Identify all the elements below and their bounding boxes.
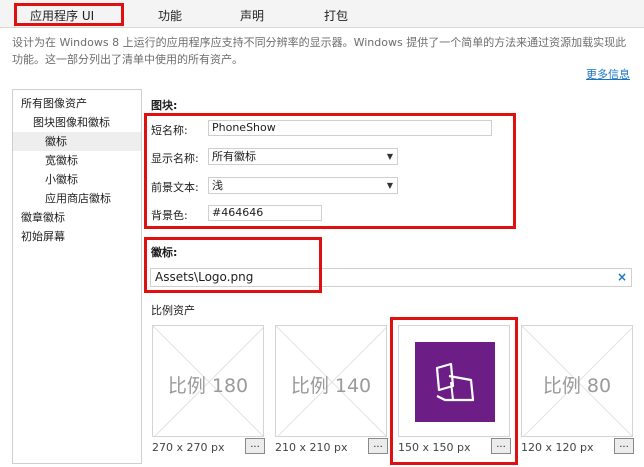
tile-image xyxy=(415,342,495,422)
scale-140-thumbnail[interactable]: 比例 140 xyxy=(275,325,387,437)
scale-140-label: 比例 140 xyxy=(290,375,372,397)
nav-tile-images-logos[interactable]: 图块图像和徽标 xyxy=(33,113,141,132)
app-logo-icon xyxy=(435,362,475,402)
nav-store-logo[interactable]: 应用商店徽标 xyxy=(45,189,141,208)
scale-180-thumbnail[interactable]: 比例 180 xyxy=(152,325,264,437)
foreground-text-select[interactable]: 浅 ▼ xyxy=(208,177,398,194)
display-name-select[interactable]: 所有徽标 ▼ xyxy=(208,148,398,165)
nav-small-logo[interactable]: 小徽标 xyxy=(45,170,141,189)
tab-application-ui[interactable]: 应用程序 UI xyxy=(30,7,94,24)
tile-heading: 图块: xyxy=(151,99,178,112)
scale-80-browse-button[interactable]: ... xyxy=(614,438,634,454)
nav-all-image-assets[interactable]: 所有图像资产 xyxy=(21,94,141,113)
chevron-down-icon: ▼ xyxy=(386,181,393,190)
scale-80-size: 120 x 120 px xyxy=(521,441,594,454)
background-color-label: 背景色: xyxy=(151,209,188,222)
scale-100-size: 150 x 150 px xyxy=(398,441,471,454)
background-color-input[interactable]: #464646 xyxy=(208,205,322,221)
logo-path-value: Assets\Logo.png xyxy=(155,270,254,284)
clear-icon[interactable]: × xyxy=(617,269,627,286)
short-name-input[interactable]: PhoneShow xyxy=(208,120,492,136)
more-info-link[interactable]: 更多信息 xyxy=(586,66,630,82)
nav-wide-logo[interactable]: 宽徽标 xyxy=(45,151,141,170)
logo-path-input[interactable]: Assets\Logo.png × xyxy=(150,268,632,287)
nav-badge-logo[interactable]: 徽章徽标 xyxy=(21,208,141,227)
tab-capabilities[interactable]: 功能 xyxy=(158,7,182,24)
foreground-text-label: 前景文本: xyxy=(151,181,199,194)
nav-splash-screen[interactable]: 初始屏幕 xyxy=(21,227,141,246)
scaled-assets-heading: 比例资产 xyxy=(151,304,195,317)
tab-bar: 应用程序 UI 功能 声明 打包 xyxy=(0,0,644,28)
scale-80-label: 比例 80 xyxy=(542,375,612,397)
scale-180-label: 比例 180 xyxy=(167,375,249,397)
scale-140-browse-button[interactable]: ... xyxy=(368,438,388,454)
short-name-label: 短名称: xyxy=(151,124,188,137)
nav-logo[interactable]: 徽标 xyxy=(13,132,141,151)
scale-140-size: 210 x 210 px xyxy=(275,441,348,454)
scale-100-browse-button[interactable]: ... xyxy=(491,438,511,454)
asset-nav-panel: 所有图像资产 图块图像和徽标 徽标 宽徽标 小徽标 应用商店徽标 徽章徽标 初始… xyxy=(12,89,142,464)
scale-180-size: 270 x 270 px xyxy=(152,441,225,454)
chevron-down-icon: ▼ xyxy=(386,152,393,161)
page-description: 设计为在 Windows 8 上运行的应用程序应支持不同分辨率的显示器。Wind… xyxy=(12,36,627,66)
scale-100-thumbnail[interactable] xyxy=(398,325,510,437)
tab-packaging[interactable]: 打包 xyxy=(324,7,348,24)
scale-80-thumbnail[interactable]: 比例 80 xyxy=(521,325,633,437)
tab-declarations[interactable]: 声明 xyxy=(240,7,264,24)
display-name-value: 所有徽标 xyxy=(212,150,256,163)
foreground-text-value: 浅 xyxy=(212,179,223,192)
scale-180-browse-button[interactable]: ... xyxy=(245,438,265,454)
logo-heading: 徽标: xyxy=(151,246,178,259)
display-name-label: 显示名称: xyxy=(151,152,199,165)
